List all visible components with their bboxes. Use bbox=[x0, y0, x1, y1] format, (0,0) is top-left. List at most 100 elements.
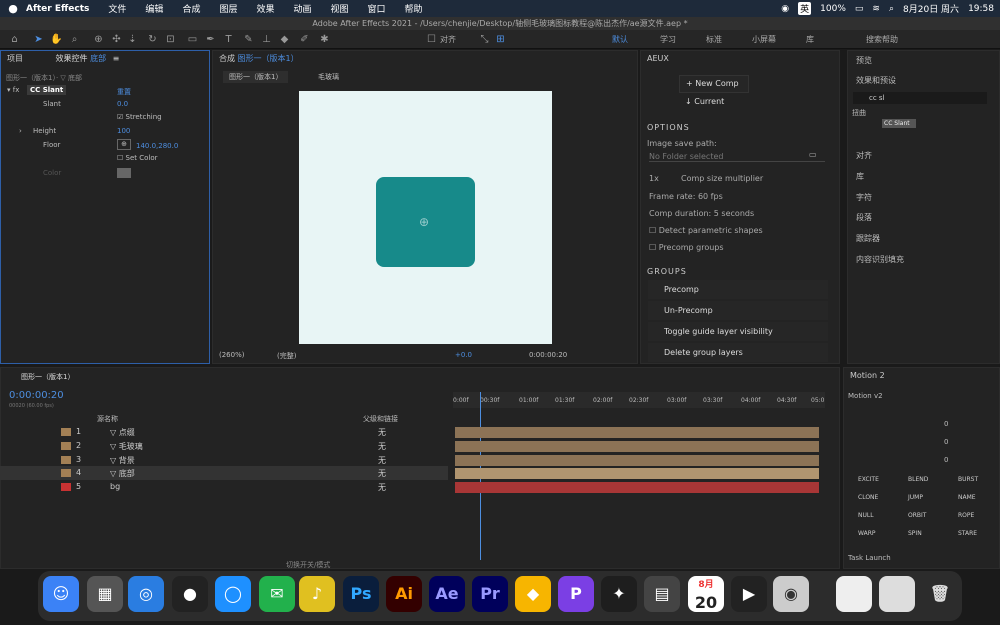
launchpad-icon[interactable]: ▦ bbox=[87, 576, 123, 612]
current-button[interactable]: ↓ Current bbox=[679, 94, 749, 112]
effects-search-input[interactable]: cc sl bbox=[853, 92, 987, 104]
comp-name[interactable]: 图形一（版本1） bbox=[238, 54, 299, 63]
library-panel[interactable]: 库 bbox=[856, 171, 864, 182]
character-panel[interactable]: 字符 bbox=[856, 192, 872, 203]
color-swatch[interactable] bbox=[117, 168, 131, 178]
qq-icon[interactable]: ● bbox=[172, 576, 208, 612]
calculator-icon[interactable]: ▤ bbox=[644, 576, 680, 612]
apple-icon[interactable]: ● bbox=[0, 2, 26, 15]
time-text[interactable]: 19:58 bbox=[968, 4, 994, 14]
safari-icon[interactable]: ◎ bbox=[128, 576, 164, 612]
delete-group-button[interactable]: Delete group layers bbox=[648, 343, 828, 362]
burst-button[interactable]: BURST bbox=[958, 476, 978, 483]
brush-tool-icon[interactable]: ✎ bbox=[242, 33, 255, 46]
finder-icon[interactable]: ☺ bbox=[43, 576, 79, 612]
layer-row[interactable]: 1 ▽ 点缀无 bbox=[0, 425, 448, 439]
height-value[interactable]: 100 bbox=[117, 127, 130, 135]
layer-bar[interactable] bbox=[455, 482, 819, 493]
snap-option-icon[interactable]: ⤡ bbox=[478, 33, 491, 46]
roto-tool-icon[interactable]: ✐ bbox=[298, 33, 311, 46]
document-thumb-icon[interactable] bbox=[836, 576, 872, 612]
menu-effect[interactable]: 效果 bbox=[256, 2, 274, 15]
sketch-icon[interactable]: ◆ bbox=[515, 576, 551, 612]
multiplier-select[interactable]: 1x bbox=[649, 174, 659, 183]
text-tool-icon[interactable]: T bbox=[222, 33, 235, 46]
app-menu[interactable]: After Effects bbox=[26, 4, 89, 14]
menu-help[interactable]: 帮助 bbox=[405, 2, 423, 15]
spin-button[interactable]: SPIN bbox=[908, 530, 922, 537]
stretching-checkbox[interactable]: ☑ Stretching bbox=[117, 113, 162, 121]
name-button[interactable]: NAME bbox=[958, 494, 976, 501]
zoom-select[interactable]: (260%) bbox=[219, 351, 244, 359]
snap-checkbox[interactable]: ☐ bbox=[425, 33, 438, 46]
ime-indicator[interactable]: 英 bbox=[798, 2, 812, 15]
workspace-learn[interactable]: 学习 bbox=[660, 34, 676, 45]
wechat-icon[interactable]: ✉ bbox=[259, 576, 295, 612]
calendar-icon[interactable]: 8月 20 bbox=[688, 576, 724, 612]
screen-recorder-icon[interactable]: ▶ bbox=[731, 576, 767, 612]
snap-grid-icon[interactable]: ⊞ bbox=[494, 33, 507, 46]
hand-tool-icon[interactable]: ✋ bbox=[50, 33, 63, 46]
align-panel[interactable]: 对齐 bbox=[856, 150, 872, 161]
after-effects-icon[interactable]: Ae bbox=[429, 576, 465, 612]
content-aware-panel[interactable]: 内容识别填充 bbox=[856, 254, 904, 265]
menu-window[interactable]: 窗口 bbox=[368, 2, 386, 15]
layer-bar[interactable] bbox=[455, 455, 819, 466]
tab-effect-layer[interactable]: 底部 bbox=[90, 54, 106, 63]
quality-select[interactable]: (完整) bbox=[277, 351, 296, 361]
quicktime-icon[interactable]: ◉ bbox=[773, 576, 809, 612]
layer-bar[interactable] bbox=[455, 468, 819, 479]
pen-tool-icon[interactable]: ✒ bbox=[204, 33, 217, 46]
menu-edit[interactable]: 编辑 bbox=[145, 2, 163, 15]
workspace-default[interactable]: 默认 bbox=[612, 34, 628, 45]
exposure-value[interactable]: +0.0 bbox=[455, 351, 472, 359]
canvas[interactable]: ⊕ bbox=[299, 91, 552, 344]
null-button[interactable]: NULL bbox=[858, 512, 874, 519]
blend-button[interactable]: BLEND bbox=[908, 476, 928, 483]
puppet-tool-icon[interactable]: ✱ bbox=[318, 33, 331, 46]
motion-preset-select[interactable]: Motion v2 bbox=[848, 392, 883, 400]
layer-breadcrumb[interactable]: 毛玻璃 bbox=[318, 72, 339, 82]
menu-animation[interactable]: 动画 bbox=[293, 2, 311, 15]
slider-value[interactable]: 0 bbox=[944, 456, 948, 464]
workspace-small[interactable]: 小屏幕 bbox=[752, 34, 776, 45]
help-search-input[interactable]: 搜索帮助 bbox=[866, 34, 898, 45]
tab-effect-controls[interactable]: 效果控件 bbox=[56, 54, 88, 63]
crosshair-icon[interactable]: ⊕ bbox=[117, 139, 131, 150]
layer-bar[interactable] bbox=[455, 441, 819, 452]
selection-tool-icon[interactable]: ➤ bbox=[32, 33, 45, 46]
window-thumb-icon[interactable] bbox=[879, 576, 915, 612]
slider-value[interactable]: 0 bbox=[944, 438, 948, 446]
new-comp-button[interactable]: + New Comp bbox=[679, 75, 749, 93]
toggle-modes[interactable]: 切换开关/模式 bbox=[286, 560, 330, 570]
warp-button[interactable]: WARP bbox=[858, 530, 876, 537]
layer-row[interactable]: 3 ▽ 背景无 bbox=[0, 453, 448, 467]
toggle-guide-button[interactable]: Toggle guide layer visibility bbox=[648, 322, 828, 341]
figma-icon[interactable]: ✦ bbox=[601, 576, 637, 612]
battery-icon[interactable]: ▭ bbox=[855, 4, 864, 14]
slider-value[interactable]: 0 bbox=[944, 420, 948, 428]
frame-rate[interactable]: Frame rate: 60 fps bbox=[649, 192, 723, 201]
precomp-button[interactable]: Precomp bbox=[648, 280, 828, 299]
floor-value[interactable]: 140.0,280.0 bbox=[136, 142, 178, 150]
options-header[interactable]: OPTIONS bbox=[647, 123, 690, 132]
folder-icon[interactable]: ▭ bbox=[809, 150, 817, 159]
home-icon[interactable]: ⌂ bbox=[8, 33, 21, 46]
premiere-icon[interactable]: Pr bbox=[472, 576, 508, 612]
effect-name[interactable]: CC Slant bbox=[27, 85, 67, 95]
rope-button[interactable]: ROPE bbox=[958, 512, 974, 519]
orbit-tool-icon[interactable]: ⊕ bbox=[92, 33, 105, 46]
illustrator-icon[interactable]: Ai bbox=[386, 576, 422, 612]
layer-row[interactable]: 5 bg 无 bbox=[0, 480, 448, 494]
save-path-field[interactable]: No Folder selected bbox=[649, 152, 825, 162]
comp-tab[interactable]: 图形一（版本1） bbox=[223, 71, 289, 83]
excite-button[interactable]: EXCITE bbox=[858, 476, 879, 483]
date-text[interactable]: 8月20日 周六 bbox=[903, 2, 959, 15]
groups-header[interactable]: GROUPS bbox=[647, 267, 687, 276]
comp-timecode[interactable]: 0:00:00:20 bbox=[529, 351, 567, 359]
col-parent[interactable]: 父级和链接 bbox=[363, 414, 398, 424]
detect-checkbox[interactable]: ☐ Detect parametric shapes bbox=[649, 226, 763, 235]
jump-button[interactable]: JUMP bbox=[908, 494, 923, 501]
anchor-point-icon[interactable]: ⊕ bbox=[419, 215, 429, 229]
layer-row[interactable]: 2 ▽ 毛玻璃无 bbox=[0, 439, 448, 453]
